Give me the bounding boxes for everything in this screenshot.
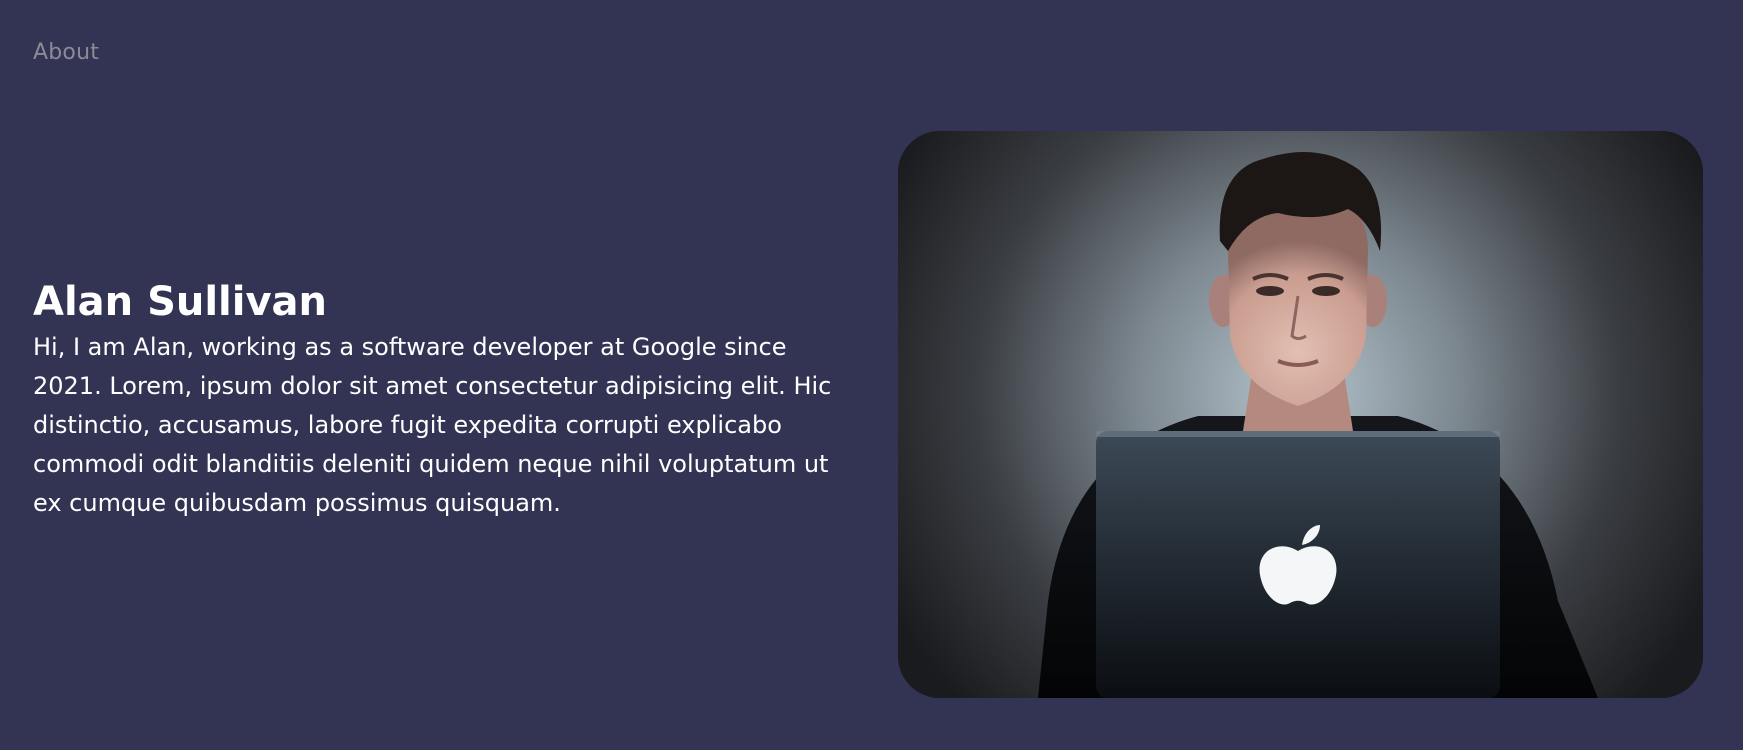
intro-section: Alan Sullivan Hi, I am Alan, working as … bbox=[33, 276, 853, 523]
nav-link-about[interactable]: About bbox=[33, 40, 99, 65]
profile-photo bbox=[898, 131, 1703, 698]
profile-name: Alan Sullivan bbox=[33, 279, 328, 325]
person-with-laptop-illustration bbox=[898, 131, 1703, 698]
profile-bio: Hi, I am Alan, working as a software dev… bbox=[33, 333, 832, 517]
